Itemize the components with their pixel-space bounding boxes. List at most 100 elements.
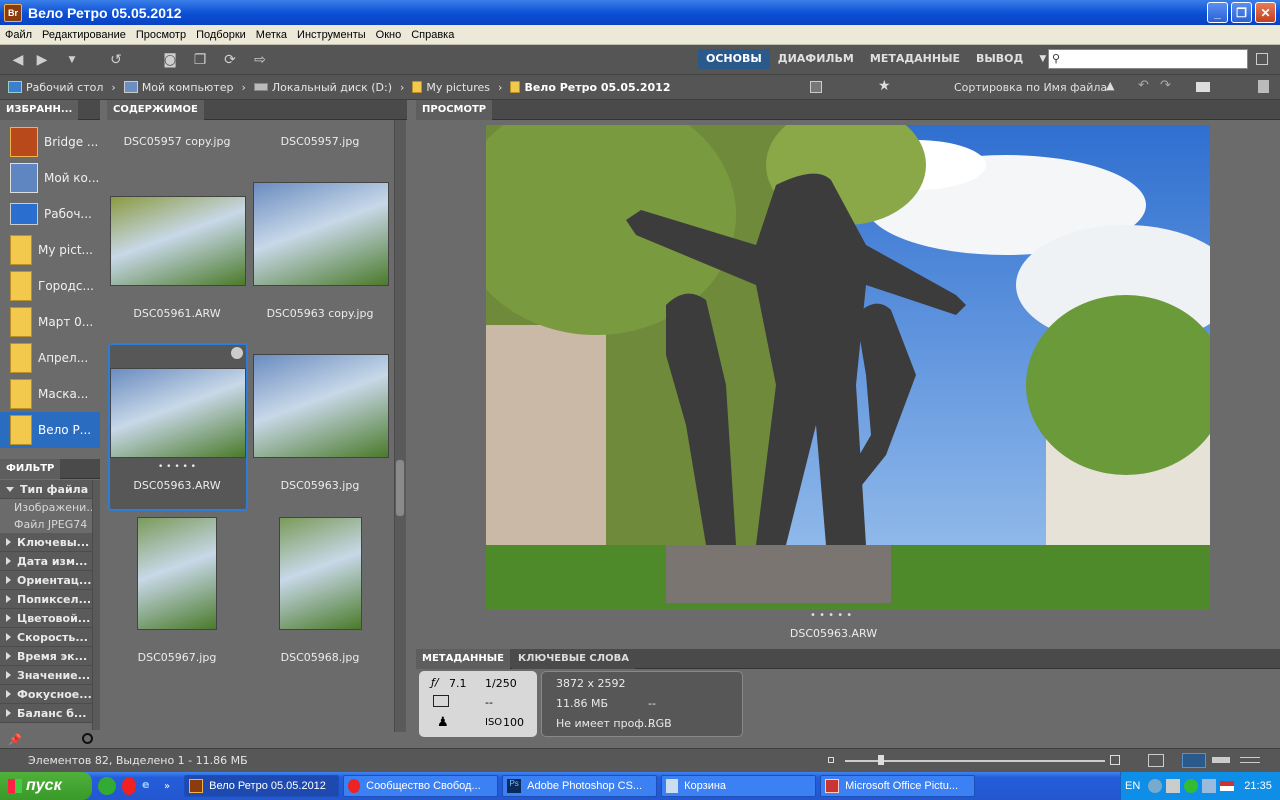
task-bridge[interactable]: Вело Ретро 05.05.2012 [184,775,340,797]
filter-group[interactable]: Фокусное... [0,685,92,704]
filter-option[interactable]: Изображени... [0,499,97,516]
favorite-item[interactable]: Городс... [0,268,100,304]
content-scrollbar[interactable] [394,120,406,732]
favorite-item[interactable]: Март 0... [0,304,100,340]
pin-icon[interactable]: 📌 [8,733,22,746]
filter-group[interactable]: Скорость... [0,628,92,647]
thumbnail-image[interactable] [110,368,246,458]
filter-group[interactable]: Ключевы... [0,533,92,552]
tray-app-icon[interactable] [1166,779,1181,793]
new-folder-icon[interactable] [1196,82,1210,92]
breadcrumb-item[interactable]: Рабочий стол › [8,81,116,94]
filter-option[interactable]: Файл JPEG74 [0,516,92,533]
zoom-in-icon[interactable] [1110,755,1120,765]
tab-keywords[interactable]: КЛЮЧЕВЫЕ СЛОВА [512,649,635,669]
grid-view-icon[interactable] [1148,754,1164,767]
favorite-item[interactable]: Вело Р... [0,412,100,448]
opera-icon[interactable] [122,777,136,795]
thumbnail-image[interactable] [279,517,362,630]
stack-badge-icon[interactable] [231,347,243,359]
language-indicator[interactable]: EN [1125,780,1140,792]
filter-group[interactable]: Время эк... [0,647,92,666]
camera-icon[interactable]: ◙ [158,50,182,70]
menu-stacks[interactable]: Подборки [191,29,251,41]
thumbnail-image[interactable] [253,354,389,458]
menu-file[interactable]: Файл [0,29,37,41]
open-in-icon[interactable]: ⇨ [248,50,272,70]
start-button[interactable]: пуск [0,772,92,800]
tab-content[interactable]: СОДЕРЖИМОЕ [107,100,204,120]
scroll-thumb[interactable] [396,460,404,516]
menu-edit[interactable]: Редактирование [37,29,131,41]
filter-scrollbar[interactable] [92,480,100,730]
menu-help[interactable]: Справка [406,29,459,41]
zoom-out-icon[interactable] [828,757,834,763]
menu-label[interactable]: Метка [251,29,292,41]
rotate-icon[interactable]: ⟳ [218,50,242,70]
rotate-right-icon[interactable]: ↷ [1160,78,1171,93]
forward-arrow-icon[interactable]: ▶ [30,50,54,70]
task-recycle-bin[interactable]: Корзина [661,775,817,797]
back-arrow-icon[interactable]: ◀ [6,50,30,70]
maximize-button[interactable]: ❐ [1231,2,1252,23]
menu-tools[interactable]: Инструменты [292,29,371,41]
filter-group[interactable]: Баланс б... [0,704,92,723]
sort-dropdown[interactable]: Сортировка по Имя файла [954,81,1107,94]
sort-direction-icon[interactable]: ▲ [1106,79,1114,92]
thumbnail-view-icon[interactable] [1182,753,1206,768]
bridge-app-icon[interactable]: Br [4,3,22,22]
ie-icon[interactable]: e [142,778,158,794]
filter-group[interactable]: Тип файла [0,480,92,499]
thumbnail-image[interactable] [253,182,389,286]
preview-rating[interactable]: • • • • • [810,610,852,621]
dropdown-chevron-icon[interactable]: ▼ [60,50,84,70]
tab-filter[interactable]: ФИЛЬТР [0,459,61,479]
zoom-slider-thumb[interactable] [878,755,884,765]
zoom-slider[interactable] [845,760,1105,762]
favorite-item[interactable]: My pict... [0,232,100,268]
list-view-icon[interactable] [1240,757,1260,763]
task-photoshop[interactable]: Ps Adobe Photoshop CS... [502,775,658,797]
breadcrumb-item[interactable]: Мой компьютер › [123,81,246,94]
copy-icon[interactable]: ❐ [188,50,212,70]
quicklaunch-icon[interactable] [98,777,116,795]
thumbnail-rating[interactable]: • • • • • [107,462,247,472]
preview-image[interactable] [486,125,1210,610]
thumbnail-quality-icon[interactable] [810,81,822,93]
filter-group[interactable]: Цветовой... [0,609,92,628]
favorite-item[interactable]: Апрел... [0,340,100,376]
details-view-icon[interactable] [1212,757,1230,763]
search-input[interactable]: ⚲ [1048,49,1248,69]
workspace-tab-metadata[interactable]: МЕТАДАННЫЕ [862,49,968,69]
tray-shield-icon[interactable] [1184,779,1199,793]
filter-star-icon[interactable]: ★ [878,78,891,94]
filter-group[interactable]: Значение... [0,666,92,685]
workspace-tab-output[interactable]: ВЫВОД [968,49,1031,69]
tray-arrow-icon[interactable] [1148,779,1163,793]
recent-files-icon[interactable]: ↺ [104,50,128,70]
clear-filter-icon[interactable] [82,733,93,744]
compact-mode-icon[interactable] [1256,53,1268,65]
minimize-button[interactable]: _ [1207,2,1228,23]
clock[interactable]: 21:35 [1244,780,1272,792]
task-office-picture[interactable]: Microsoft Office Pictu... [820,775,976,797]
delete-icon[interactable] [1258,80,1269,93]
breadcrumb-item[interactable]: Вело Ретро 05.05.2012 [510,81,671,94]
filter-group[interactable]: Дата изм... [0,552,92,571]
workspace-tab-filmstrip[interactable]: ДИАФИЛЬМ [770,49,862,69]
menu-view[interactable]: Просмотр [131,29,191,41]
workspace-tab-essentials[interactable]: ОСНОВЫ [698,49,770,69]
favorite-item[interactable]: Мой ко... [0,160,100,196]
thumbnail-image[interactable] [110,196,246,286]
thumbnail-image[interactable] [137,517,217,630]
close-button[interactable]: ✕ [1255,2,1276,23]
tab-metadata[interactable]: МЕТАДАННЫЕ [416,649,510,669]
tab-preview[interactable]: ПРОСМОТР [416,100,493,120]
tab-favorites[interactable]: ИЗБРАНН... [0,100,79,120]
tray-flag-icon[interactable] [1220,781,1235,791]
quicklaunch-more-icon[interactable]: » [164,781,170,792]
favorite-item[interactable]: Bridge ... [0,124,100,160]
filter-group[interactable]: Попиксел... [0,590,92,609]
task-opera[interactable]: Сообщество Свобод... [343,775,499,797]
breadcrumb-item[interactable]: My pictures › [412,81,502,94]
